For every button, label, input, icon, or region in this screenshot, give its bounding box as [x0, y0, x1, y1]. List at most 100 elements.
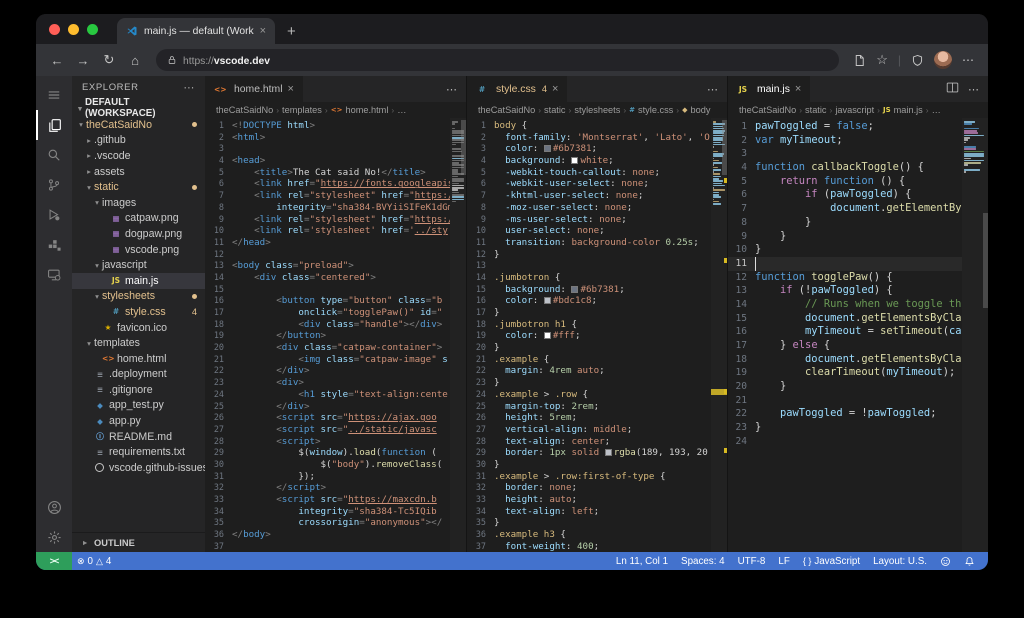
- back-icon[interactable]: ←: [44, 53, 70, 68]
- code-line-23[interactable]: 23}: [467, 377, 711, 389]
- code-line-25[interactable]: 25 margin-top: 2rem;: [467, 401, 711, 413]
- tab-close-icon[interactable]: ×: [260, 25, 266, 37]
- run-debug-icon[interactable]: [36, 200, 72, 230]
- code-line-3[interactable]: 3: [205, 143, 450, 155]
- tree-item-dogpaw.png[interactable]: ▦ dogpaw.png: [72, 226, 205, 242]
- code-line-16[interactable]: 16 color: #bdc1c8;: [467, 295, 711, 307]
- menu-icon[interactable]: [36, 80, 72, 110]
- tree-item-main.js[interactable]: JS main.js: [72, 272, 205, 289]
- code-line-3[interactable]: 3 color: #6b7381;: [467, 143, 711, 155]
- code-line-27[interactable]: 27 vertical-align: middle;: [467, 424, 711, 436]
- more-actions-icon[interactable]: ⋯: [968, 83, 979, 96]
- code-editor[interactable]: 1 body {2 font-family: 'Montserrat', 'Lat…: [467, 118, 711, 552]
- code-line-6[interactable]: 6 <link href="https://fonts.googleapis.c…: [205, 178, 450, 190]
- code-editor[interactable]: 1 pawToggled = false; 2 var myTimeout; 3 4 fun…: [728, 118, 962, 552]
- code-line-1[interactable]: 1 <!DOCTYPE html>: [205, 120, 450, 132]
- code-line-21[interactable]: 21 <img class="catpaw-image" s: [205, 354, 450, 366]
- code-line-10[interactable]: 10 user-select: none;: [467, 225, 711, 237]
- remote-indicator[interactable]: ><: [36, 552, 72, 570]
- tree-item-.gitignore[interactable]: ≡ .gitignore: [72, 382, 205, 398]
- code-line-18[interactable]: 18 <div class="handle"></div>: [205, 319, 450, 331]
- address-bar[interactable]: https://vscode.dev: [156, 49, 840, 71]
- code-line-9[interactable]: 9 <link rel="stylesheet" href="https://s…: [205, 214, 450, 226]
- code-line-17[interactable]: 17}: [467, 307, 711, 319]
- code-line-16[interactable]: 16 <button type="button" class="b: [205, 295, 450, 307]
- code-line-10[interactable]: 10}: [728, 243, 962, 257]
- minimap[interactable]: [962, 118, 988, 552]
- code-line-7[interactable]: 7 -khtml-user-select: none;: [467, 190, 711, 202]
- browser-more-icon[interactable]: ⋯: [962, 53, 974, 67]
- reload-icon[interactable]: ↻: [96, 52, 122, 68]
- shield-icon[interactable]: [911, 54, 924, 67]
- code-line-2[interactable]: 2 var myTimeout;: [728, 134, 962, 148]
- code-line-18[interactable]: 18 .jumbotron h1 {: [467, 319, 711, 331]
- code-line-24[interactable]: 24: [728, 435, 962, 449]
- tab-main.js[interactable]: JS main.js ×: [728, 76, 812, 102]
- code-line-18[interactable]: 18 document.getElementsByClassNa: [728, 353, 963, 367]
- code-line-29[interactable]: 29 $(window).load(function (: [205, 447, 450, 459]
- tree-item-requirements.txt[interactable]: ≡ requirements.txt: [72, 444, 205, 460]
- page-icon[interactable]: [853, 54, 866, 67]
- code-line-4[interactable]: 4 background: white;: [467, 155, 711, 167]
- breadcrumb-item[interactable]: static: [805, 105, 826, 115]
- tree-item-home.html[interactable]: <> home.html: [72, 351, 205, 367]
- code-line-35[interactable]: 35 crossorigin="anonymous"></: [205, 517, 450, 529]
- feedback-icon[interactable]: [934, 556, 957, 567]
- settings-icon[interactable]: [36, 522, 72, 552]
- code-line-28[interactable]: 28 <script>: [205, 436, 450, 448]
- code-line-32[interactable]: 32 </script>: [205, 482, 450, 494]
- outline-section[interactable]: ▸ OUTLINE: [72, 532, 205, 552]
- tree-item-favicon.ico[interactable]: ★ favicon.ico: [72, 320, 205, 336]
- problems-indicator[interactable]: ⊗ 0 △ 4: [72, 556, 116, 567]
- code-line-17[interactable]: 17 onclick="togglePaw()" id=": [205, 307, 450, 319]
- code-line-35[interactable]: 35}: [467, 517, 711, 529]
- code-line-6[interactable]: 6 -webkit-user-select: none;: [467, 178, 711, 190]
- favorites-star-icon[interactable]: ☆: [876, 52, 888, 68]
- tree-item-assets[interactable]: ▸ assets: [72, 164, 205, 180]
- code-line-8[interactable]: 8 integrity="sha384-BVYiiSIFeK1dGmJRAkyc…: [205, 202, 450, 214]
- code-line-37[interactable]: 37 font-weight: 400;: [467, 541, 711, 552]
- code-line-8[interactable]: 8 -moz-user-select: none;: [467, 202, 711, 214]
- code-line-33[interactable]: 33 <script src="https://maxcdn.b: [205, 494, 450, 506]
- code-line-16[interactable]: 16 myTimeout = setTimeout(callba: [728, 325, 963, 339]
- code-editor[interactable]: 1 <!DOCTYPE html> 2 <html> 3 4 <head> 5 <title>…: [205, 118, 450, 552]
- code-line-33[interactable]: 33 height: auto;: [467, 494, 711, 506]
- breadcrumb-item[interactable]: stylesheets: [574, 105, 620, 115]
- code-line-24[interactable]: 24 <h1 style="text-align:cente: [205, 389, 450, 401]
- split-editor-icon[interactable]: [946, 81, 959, 97]
- more-actions-icon[interactable]: ⋯: [707, 83, 718, 96]
- code-line-17[interactable]: 17 } else {: [728, 339, 962, 353]
- tab-home.html[interactable]: <> home.html ×: [205, 76, 304, 102]
- code-line-34[interactable]: 34 text-align: left;: [467, 506, 711, 518]
- code-line-25[interactable]: 25 </div>: [205, 401, 450, 413]
- new-tab-button[interactable]: +: [287, 23, 296, 40]
- breadcrumb-item[interactable]: JS main.js: [883, 105, 923, 115]
- language-mode[interactable]: { } JavaScript: [797, 556, 866, 567]
- code-line-14[interactable]: 14 <div class="centered">: [205, 272, 450, 284]
- code-line-30[interactable]: 30 $("body").removeClass(: [205, 459, 450, 471]
- tab-style.css[interactable]: # style.css 4 ×: [467, 76, 569, 102]
- keyboard-layout[interactable]: Layout: U.S.: [867, 556, 933, 567]
- code-line-20[interactable]: 20}: [467, 342, 711, 354]
- code-line-23[interactable]: 23}: [728, 421, 962, 435]
- minimap[interactable]: [450, 118, 466, 552]
- code-line-12[interactable]: 12: [205, 249, 450, 261]
- code-line-28[interactable]: 28 text-align: center;: [467, 436, 711, 448]
- eol-indicator[interactable]: LF: [772, 556, 795, 567]
- code-line-19[interactable]: 19 </button>: [205, 330, 450, 342]
- tab-close-icon[interactable]: ×: [288, 83, 294, 95]
- breadcrumb-item[interactable]: theCatSaidNo: [739, 105, 796, 115]
- breadcrumb-item[interactable]: templates: [282, 105, 322, 115]
- minimap[interactable]: [711, 118, 727, 552]
- indentation-indicator[interactable]: Spaces: 4: [675, 556, 731, 567]
- breadcrumb-item[interactable]: …: [397, 105, 406, 115]
- code-line-36[interactable]: 36 </body>: [205, 529, 450, 541]
- extensions-icon[interactable]: [36, 230, 72, 260]
- code-line-8[interactable]: 8 }: [728, 216, 962, 230]
- code-line-2[interactable]: 2 font-family: 'Montserrat', 'Lato', 'O: [467, 132, 711, 144]
- close-window-button[interactable]: [49, 23, 60, 35]
- code-line-9[interactable]: 9 }: [728, 230, 962, 244]
- tree-item-style.css[interactable]: # style.css 4: [72, 304, 205, 320]
- code-line-26[interactable]: 26 height: 5rem;: [467, 412, 711, 424]
- code-line-7[interactable]: 7 <link rel="stylesheet" href="https://s…: [205, 190, 450, 202]
